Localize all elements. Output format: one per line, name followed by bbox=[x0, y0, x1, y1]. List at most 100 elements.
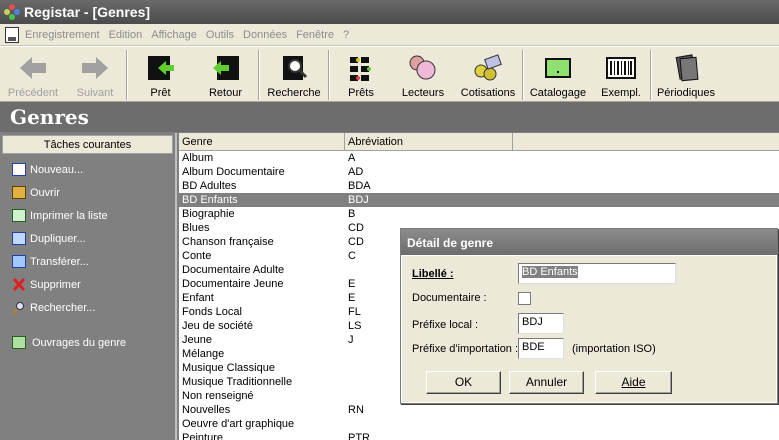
cell-genre: Blues bbox=[182, 222, 210, 234]
menu-help[interactable]: ? bbox=[343, 29, 349, 41]
catalogage-label: Catalogage bbox=[529, 87, 587, 99]
task-supprimer[interactable]: Supprimer bbox=[0, 273, 175, 296]
annuler-button[interactable]: Annuler bbox=[509, 371, 584, 394]
cell-genre: Fonds Local bbox=[182, 306, 242, 318]
menu-outils[interactable]: Outils bbox=[206, 29, 234, 41]
column-header-genre[interactable]: Genre bbox=[179, 133, 345, 150]
table-row[interactable]: BD Adultes BDA bbox=[179, 179, 779, 193]
arrow-right-icon bbox=[82, 57, 108, 79]
table-row[interactable]: BD Enfants BDJ bbox=[179, 193, 779, 207]
page-title: Genres bbox=[0, 102, 779, 132]
task-label: Ouvrages du genre bbox=[32, 336, 127, 349]
table-row[interactable]: Album A bbox=[179, 151, 779, 165]
import-note: (importation ISO) bbox=[572, 343, 656, 355]
tasks-sidebar: Tâches courantes Nouveau... Ouvrir Impri… bbox=[0, 133, 177, 440]
task-label: Nouveau... bbox=[30, 163, 84, 176]
menu-donnees[interactable]: Données bbox=[243, 29, 287, 41]
title-bar: Registar - [Genres] bbox=[0, 0, 779, 24]
cell-genre: Album Documentaire bbox=[182, 166, 285, 178]
task-ouvrir[interactable]: Ouvrir bbox=[0, 181, 175, 204]
table-row[interactable]: Album Documentaire AD bbox=[179, 165, 779, 179]
prefixe-local-label: Préfixe local : bbox=[412, 319, 479, 331]
cell-genre: Jeune bbox=[182, 334, 212, 346]
loans-list-icon bbox=[350, 57, 371, 81]
cell-genre: BD Enfants bbox=[182, 194, 238, 206]
suivant-button[interactable]: Suivant bbox=[64, 47, 126, 103]
app-flower-icon bbox=[4, 4, 20, 20]
menu-fenetre[interactable]: Fenêtre bbox=[296, 29, 334, 41]
column-header-abreviation[interactable]: Abréviation bbox=[345, 133, 513, 150]
sidebar-header: Tâches courantes bbox=[2, 135, 173, 154]
cell-genre: Mélange bbox=[182, 348, 225, 360]
libelle-field[interactable]: BD Enfants bbox=[518, 263, 676, 284]
lecteurs-button[interactable]: Lecteurs bbox=[392, 47, 454, 103]
precedent-button[interactable]: Précédent bbox=[2, 47, 64, 103]
cell-abreviation: PTR bbox=[348, 432, 370, 440]
transfer-icon bbox=[12, 255, 26, 268]
task-label: Dupliquer... bbox=[30, 232, 86, 245]
task-transferer[interactable]: Transférer... bbox=[0, 250, 175, 273]
cell-genre: Album bbox=[182, 152, 214, 164]
window-title: Registar - [Genres] bbox=[24, 4, 151, 20]
retour-button[interactable]: Retour bbox=[193, 47, 258, 103]
menu-enregistrement[interactable]: Enregistrement bbox=[25, 29, 100, 41]
exempl-label: Exempl. bbox=[601, 87, 641, 99]
prefixe-import-value: BDE bbox=[522, 341, 545, 353]
recherche-button[interactable]: Recherche bbox=[260, 47, 328, 103]
task-nouveau[interactable]: Nouveau... bbox=[0, 158, 175, 181]
cell-abreviation: B bbox=[348, 208, 356, 220]
arrow-left-icon bbox=[20, 57, 46, 79]
pret-label: Prêt bbox=[150, 87, 171, 99]
cell-genre: Enfant bbox=[182, 292, 214, 304]
cell-abreviation: AD bbox=[348, 166, 364, 178]
ok-button[interactable]: OK bbox=[426, 371, 501, 394]
exempl-button[interactable]: Exempl. bbox=[592, 47, 650, 103]
catalogage-button[interactable]: Catalogage bbox=[524, 47, 592, 103]
documentaire-checkbox[interactable] bbox=[518, 292, 531, 305]
task-dupliquer[interactable]: Dupliquer... bbox=[0, 227, 175, 250]
periodiques-label: Périodiques bbox=[656, 87, 716, 99]
cell-genre: Non renseigné bbox=[182, 390, 254, 402]
task-label: Ouvrir bbox=[30, 186, 60, 199]
delete-x-icon bbox=[12, 278, 26, 291]
cotisations-button[interactable]: Cotisations bbox=[454, 47, 522, 103]
documentaire-label: Documentaire : bbox=[412, 292, 487, 304]
prefixe-import-field[interactable]: BDE bbox=[518, 338, 564, 359]
periodiques-button[interactable]: Périodiques bbox=[652, 47, 720, 103]
precedent-label: Précédent bbox=[7, 87, 59, 99]
pret-button[interactable]: Prêt bbox=[128, 47, 193, 103]
cell-genre: Documentaire Adulte bbox=[182, 264, 285, 276]
aide-button[interactable]: Aide bbox=[595, 371, 672, 394]
task-label: Rechercher... bbox=[30, 301, 96, 314]
duplicate-icon bbox=[12, 232, 26, 245]
menu-affichage[interactable]: Affichage bbox=[151, 29, 197, 41]
task-imprimer[interactable]: Imprimer la liste bbox=[0, 204, 175, 227]
table-row[interactable]: Nouvelles RN bbox=[179, 403, 779, 417]
cell-genre: Jeu de société bbox=[182, 320, 253, 332]
table-row[interactable]: Biographie B bbox=[179, 207, 779, 221]
prets-label: Prêts bbox=[348, 87, 374, 99]
suivant-label: Suivant bbox=[76, 87, 114, 99]
task-rechercher[interactable]: Rechercher... bbox=[0, 296, 175, 319]
cell-genre: Musique Classique bbox=[182, 362, 275, 374]
document-icon[interactable] bbox=[5, 26, 19, 43]
prefixe-local-field[interactable]: BDJ bbox=[518, 313, 564, 334]
task-label: Transférer... bbox=[30, 255, 89, 268]
task-ouvrages-du-genre[interactable]: Ouvrages du genre bbox=[0, 331, 175, 354]
menu-edition[interactable]: Edition bbox=[109, 29, 143, 41]
cell-abreviation: A bbox=[348, 152, 356, 164]
cell-abreviation: BDA bbox=[348, 180, 371, 192]
cell-genre: Biographie bbox=[182, 208, 235, 220]
table-row[interactable]: Oeuvre d'art graphique bbox=[179, 417, 779, 431]
open-folder-icon bbox=[12, 186, 26, 199]
prets-button[interactable]: Prêts bbox=[330, 47, 392, 103]
table-row[interactable]: Peinture PTR bbox=[179, 431, 779, 440]
cotisations-label: Cotisations bbox=[460, 87, 516, 99]
column-header-filler bbox=[513, 133, 779, 150]
task-label: Imprimer la liste bbox=[30, 209, 108, 222]
recherche-label: Recherche bbox=[267, 87, 321, 99]
lecteurs-label: Lecteurs bbox=[401, 87, 445, 99]
retour-label: Retour bbox=[208, 87, 243, 99]
cell-genre: Documentaire Jeune bbox=[182, 278, 284, 290]
readers-icon bbox=[409, 55, 436, 80]
